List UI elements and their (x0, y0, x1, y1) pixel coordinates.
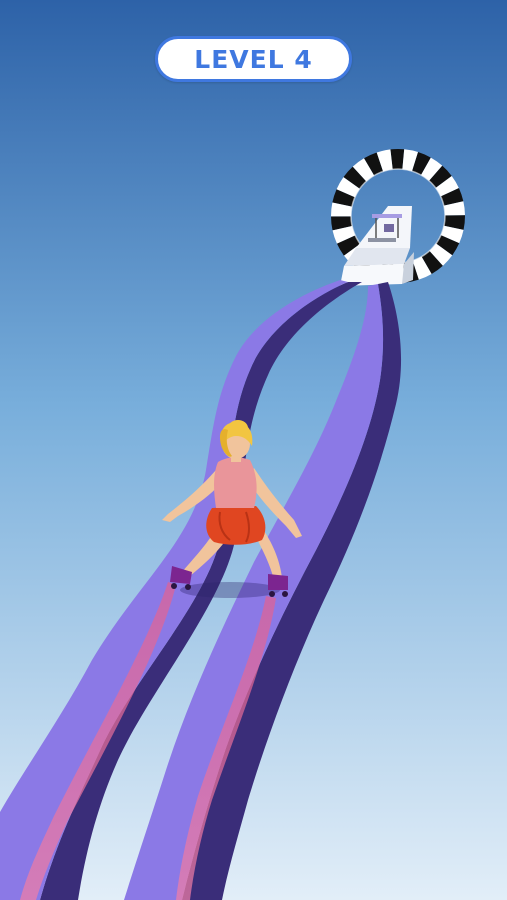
game-scene (0, 0, 507, 900)
level-indicator: LEVEL 4 (155, 36, 352, 82)
skater-shadow (180, 582, 280, 598)
level-label: LEVEL 4 (194, 44, 313, 74)
